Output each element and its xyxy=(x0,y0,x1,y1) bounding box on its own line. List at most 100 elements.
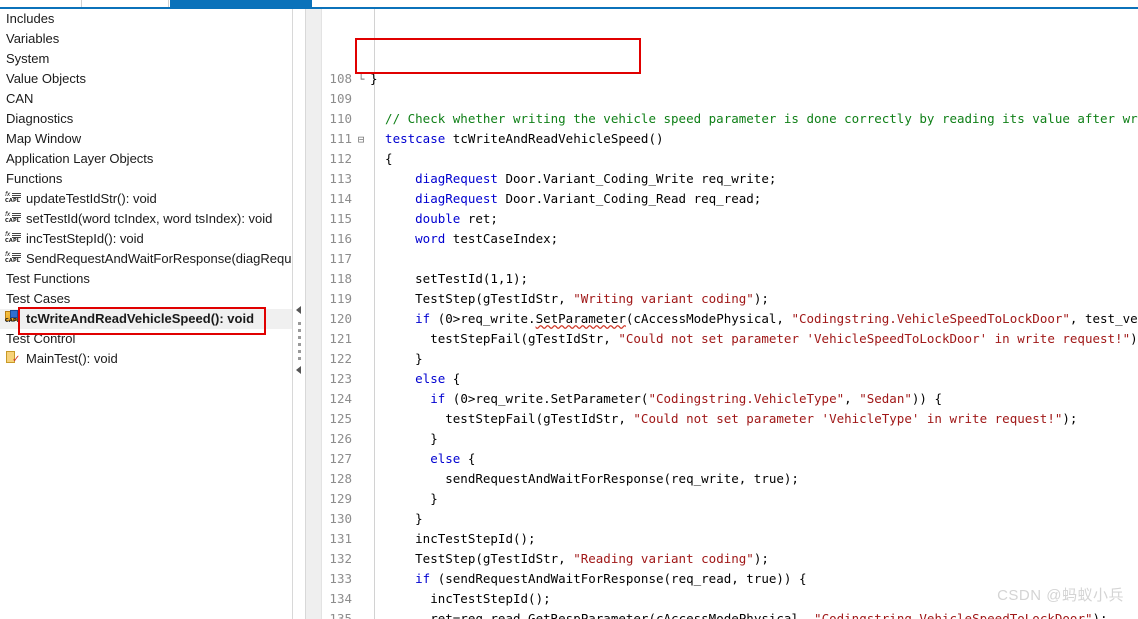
code-line-132[interactable]: 132 TestStep(gTestIdStr, "Reading varian… xyxy=(322,549,1138,569)
code-token: } xyxy=(370,351,423,366)
line-text: diagRequest Door.Variant_Coding_Write re… xyxy=(370,171,776,186)
code-token: testStepFail(gTestIdStr, xyxy=(370,411,634,426)
code-editor-panel[interactable]: 108 └} 109 110 // Check whether writing the… xyxy=(306,9,1138,619)
fold-marker[interactable]: ⊟ xyxy=(352,130,370,150)
line-text: ret=req_read.GetRespParameter(cAccessMod… xyxy=(370,611,1107,619)
line-text: TestStep(gTestIdStr, "Reading variant co… xyxy=(370,551,769,566)
code-text-area[interactable]: 108 └} 109 110 // Check whether writing the… xyxy=(322,9,1138,619)
tree-item-1[interactable]: Variables xyxy=(0,29,292,49)
code-token: , test_vehicle_Speed_ xyxy=(1069,311,1138,326)
line-number: 108 xyxy=(329,71,352,86)
tree-item-12[interactable]: fx CAPL SendRequestAndWaitForResponse(diag… xyxy=(0,249,292,269)
tree-item-13[interactable]: Test Functions xyxy=(0,269,292,289)
code-line-123[interactable]: 123 else { xyxy=(322,369,1138,389)
code-line-131[interactable]: 131 incTestStepId(); xyxy=(322,529,1138,549)
line-number: 120 xyxy=(329,311,352,326)
test-module-explorer-panel[interactable]: Includes Variables System Value Objects CAN D… xyxy=(0,9,292,619)
line-text: word testCaseIndex; xyxy=(370,231,558,246)
tree-item-8[interactable]: Functions xyxy=(0,169,292,189)
code-line-135[interactable]: 135 ret=req_read.GetRespParameter(cAcces… xyxy=(322,609,1138,619)
code-line-114[interactable]: 114 diagRequest Door.Variant_Coding_Read… xyxy=(322,189,1138,209)
tree-item-15[interactable]: CAPL tcWriteAndReadVehicleSpeed(): void xyxy=(0,309,292,329)
code-line-113[interactable]: 113 diagRequest Door.Variant_Coding_Writ… xyxy=(322,169,1138,189)
code-line-126[interactable]: 126 } xyxy=(322,429,1138,449)
tree-item-label: Includes xyxy=(6,11,55,26)
tree-item-16[interactable]: Test Control xyxy=(0,329,292,349)
code-line-108[interactable]: 108 └} xyxy=(322,69,1138,89)
fold-marker[interactable]: └ xyxy=(352,70,370,90)
testcase-icon: CAPL xyxy=(5,310,21,326)
tree-item-label: incTestStepId(): void xyxy=(26,231,144,246)
editor-gutter-bar[interactable] xyxy=(306,9,322,619)
code-token: ); xyxy=(1130,331,1138,346)
line-number: 129 xyxy=(329,491,352,506)
tree-item-9[interactable]: fx CAPL updateTestIdStr(): void xyxy=(0,189,292,209)
code-line-120[interactable]: 120 if (0>req_write.SetParameter(cAccess… xyxy=(322,309,1138,329)
code-line-116[interactable]: 116 word testCaseIndex; xyxy=(322,229,1138,249)
tree-item-label: CAN xyxy=(6,91,34,106)
code-token: ); xyxy=(753,551,769,566)
object-tree[interactable]: Includes Variables System Value Objects CAN D… xyxy=(0,9,292,369)
splitter-collapse-up-icon[interactable] xyxy=(296,306,301,314)
line-text: diagRequest Door.Variant_Coding_Read req… xyxy=(370,191,761,206)
tree-item-7[interactable]: Application Layer Objects xyxy=(0,149,292,169)
code-token: } xyxy=(370,511,423,526)
code-line-127[interactable]: 127 else { xyxy=(322,449,1138,469)
code-line-112[interactable]: 112 { xyxy=(322,149,1138,169)
capl-icon: fx CAPL xyxy=(5,231,21,244)
code-line-111[interactable]: 111 ⊟ testcase tcWriteAndReadVehicleSpeed… xyxy=(322,129,1138,149)
code-token: GetRespParameter xyxy=(528,611,649,619)
code-line-115[interactable]: 115 double ret; xyxy=(322,209,1138,229)
code-token: incTestStepId(); xyxy=(370,531,536,546)
panel-splitter[interactable] xyxy=(292,9,306,619)
tree-item-label: Test Control xyxy=(6,331,76,346)
editor-tab-strip[interactable] xyxy=(0,0,1138,9)
line-text: // Check whether writing the vehicle spe… xyxy=(370,111,1138,126)
line-number: 109 xyxy=(329,91,352,106)
tree-item-label: Map Window xyxy=(6,131,82,146)
line-number: 128 xyxy=(329,471,352,486)
line-number: 126 xyxy=(329,431,352,446)
tree-item-2[interactable]: System xyxy=(0,49,292,69)
tree-item-0[interactable]: Includes xyxy=(0,9,292,29)
code-line-128[interactable]: 128 sendRequestAndWaitForResponse(req_wr… xyxy=(322,469,1138,489)
line-text: testcase tcWriteAndReadVehicleSpeed() xyxy=(370,131,663,146)
code-line-122[interactable]: 122 } xyxy=(322,349,1138,369)
tree-item-10[interactable]: fx CAPL setTestId(word tcIndex, word tsInd… xyxy=(0,209,292,229)
code-token: ); xyxy=(753,291,769,306)
code-token: diagRequest xyxy=(370,191,498,206)
tree-item-6[interactable]: Map Window xyxy=(0,129,292,149)
tree-item-label: Test Functions xyxy=(6,271,90,286)
code-token: ret=req_read. xyxy=(370,611,529,619)
code-line-125[interactable]: 125 testStepFail(gTestIdStr, "Could not … xyxy=(322,409,1138,429)
code-line-109[interactable]: 109 xyxy=(322,89,1138,109)
code-line-117[interactable]: 117 xyxy=(322,249,1138,269)
splitter-collapse-down-icon[interactable] xyxy=(296,366,301,374)
code-line-124[interactable]: 124 if (0>req_write.SetParameter("Coding… xyxy=(322,389,1138,409)
code-line-121[interactable]: 121 testStepFail(gTestIdStr, "Could not … xyxy=(322,329,1138,349)
code-line-129[interactable]: 129 } xyxy=(322,489,1138,509)
tree-item-label: Diagnostics xyxy=(6,111,74,126)
tree-item-5[interactable]: Diagnostics xyxy=(0,109,292,129)
line-number: 122 xyxy=(329,351,352,366)
splitter-grip-icon[interactable] xyxy=(298,322,301,362)
tree-item-3[interactable]: Value Objects xyxy=(0,69,292,89)
code-token: } xyxy=(370,71,378,86)
code-line-118[interactable]: 118 setTestId(1,1); xyxy=(322,269,1138,289)
code-token: (cAccessModePhysical, xyxy=(625,311,792,326)
line-text: } xyxy=(370,491,438,506)
tree-item-17[interactable]: ✓ MainTest(): void xyxy=(0,349,292,369)
line-text: } xyxy=(370,351,423,366)
tree-item-4[interactable]: CAN xyxy=(0,89,292,109)
line-text: incTestStepId(); xyxy=(370,591,550,606)
code-line-110[interactable]: 110 // Check whether writing the vehicle… xyxy=(322,109,1138,129)
vector-canoe-test-module-window: Includes Variables System Value Objects CAN D… xyxy=(0,0,1138,619)
code-line-119[interactable]: 119 TestStep(gTestIdStr, "Writing varian… xyxy=(322,289,1138,309)
code-line-130[interactable]: 130 } xyxy=(322,509,1138,529)
code-token: Door.Variant_Coding_Write req_write; xyxy=(497,171,777,186)
line-text: } xyxy=(370,431,438,446)
tree-item-11[interactable]: fx CAPL incTestStepId(): void xyxy=(0,229,292,249)
line-text: else { xyxy=(370,371,460,386)
tree-item-14[interactable]: Test Cases xyxy=(0,289,292,309)
code-token: setTestId(1,1); xyxy=(370,271,529,286)
